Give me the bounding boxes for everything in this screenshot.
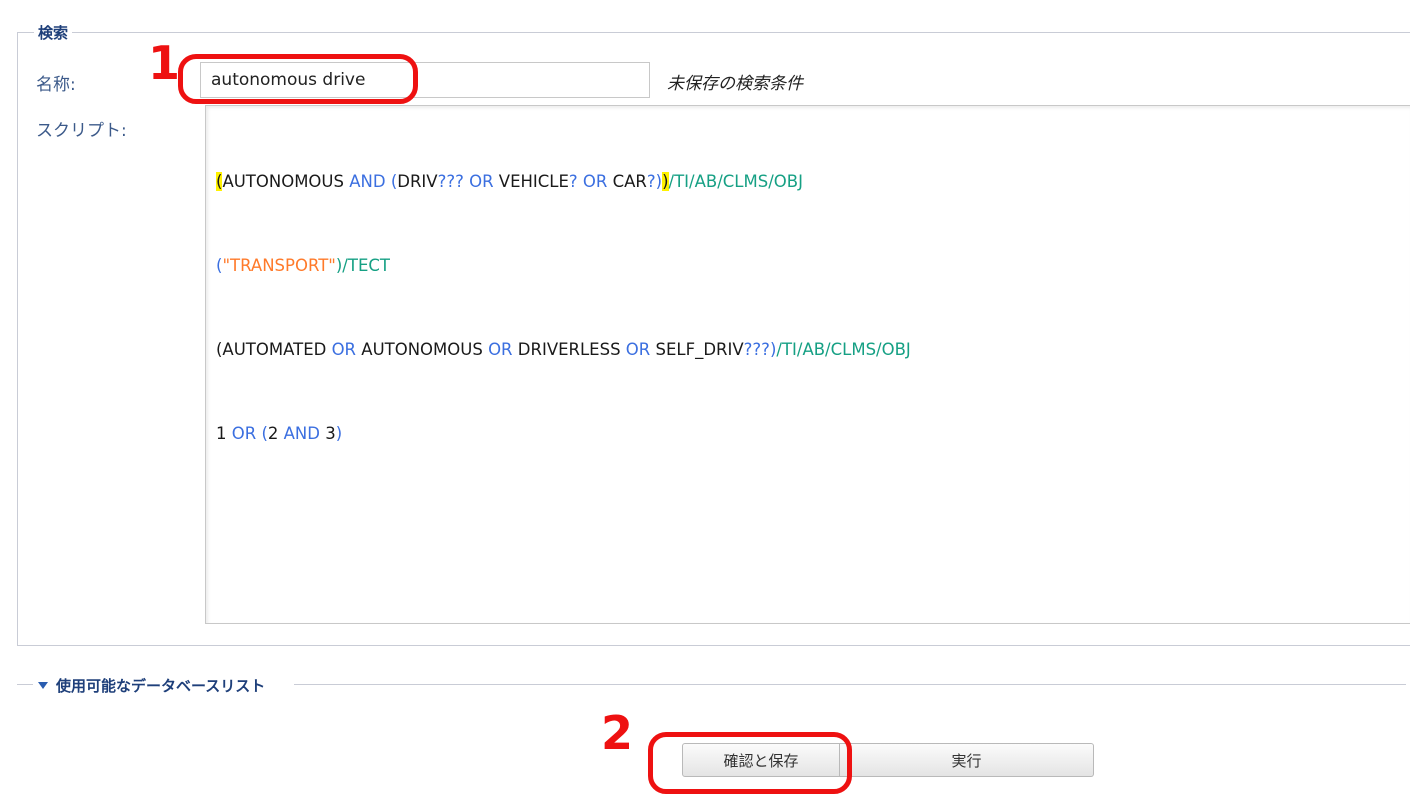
search-legend: 検索 bbox=[34, 22, 73, 43]
annotation-number-1: 1 bbox=[148, 36, 181, 90]
script-label: スクリプト: bbox=[36, 121, 127, 141]
script-token: 1 bbox=[216, 424, 227, 443]
script-operator: OR bbox=[482, 340, 518, 359]
database-list-toggle[interactable]: 使用可能なデータベースリスト bbox=[38, 675, 265, 696]
script-field: /TI/AB/CLMS/OBJ bbox=[776, 340, 911, 359]
run-button[interactable]: 実行 bbox=[840, 743, 1094, 777]
script-token: VEHICLE bbox=[498, 172, 569, 191]
script-operator: AND bbox=[343, 172, 391, 191]
search-page: 検索 名称: 未保存の検索条件 スクリプト: (AUTONOMOUS AND (… bbox=[0, 0, 1410, 800]
script-content: (AUTONOMOUS AND (DRIV??? OR VEHICLE? OR … bbox=[216, 112, 911, 504]
script-token: 2 bbox=[267, 424, 279, 443]
divider bbox=[294, 684, 1406, 685]
script-token: (AUTOMATED bbox=[216, 340, 327, 359]
script-paren: ) bbox=[335, 424, 343, 443]
script-operator: AND bbox=[278, 424, 326, 443]
script-token: DRIV bbox=[397, 172, 438, 191]
name-input[interactable] bbox=[200, 62, 650, 98]
script-string: "TRANSPORT" bbox=[222, 256, 336, 275]
script-field: /TI/AB/CLMS/OBJ bbox=[668, 172, 803, 191]
name-label: 名称: bbox=[36, 75, 76, 95]
script-token: SELF_DRIV bbox=[655, 340, 744, 359]
script-operator: ???) bbox=[743, 340, 777, 359]
script-token: AUTONOMOUS bbox=[361, 340, 483, 359]
script-operator: OR bbox=[620, 340, 656, 359]
caret-down-icon bbox=[38, 682, 48, 689]
database-list-label: 使用可能なデータベースリスト bbox=[56, 677, 266, 695]
script-operator: ??? OR bbox=[437, 172, 499, 191]
script-operator: OR bbox=[326, 340, 362, 359]
script-token: 3 bbox=[325, 424, 336, 443]
script-operator: ? OR bbox=[568, 172, 613, 191]
script-token: CAR bbox=[612, 172, 647, 191]
script-operator: ?) bbox=[646, 172, 663, 191]
confirm-save-button[interactable]: 確認と保存 bbox=[682, 743, 840, 777]
script-field: )/TECT bbox=[335, 256, 390, 275]
divider bbox=[17, 684, 33, 685]
script-line-4: 1 OR (2 AND 3) bbox=[216, 420, 911, 448]
script-line-2: ("TRANSPORT")/TECT bbox=[216, 252, 911, 280]
script-operator: OR bbox=[226, 424, 262, 443]
annotation-number-2: 2 bbox=[601, 706, 634, 760]
script-line-1: (AUTONOMOUS AND (DRIV??? OR VEHICLE? OR … bbox=[216, 168, 911, 196]
script-line-3: (AUTOMATED OR AUTONOMOUS OR DRIVERLESS O… bbox=[216, 336, 911, 364]
unsaved-note: 未保存の検索条件 bbox=[667, 74, 803, 94]
script-token: DRIVERLESS bbox=[517, 340, 621, 359]
script-token: AUTONOMOUS bbox=[222, 172, 344, 191]
